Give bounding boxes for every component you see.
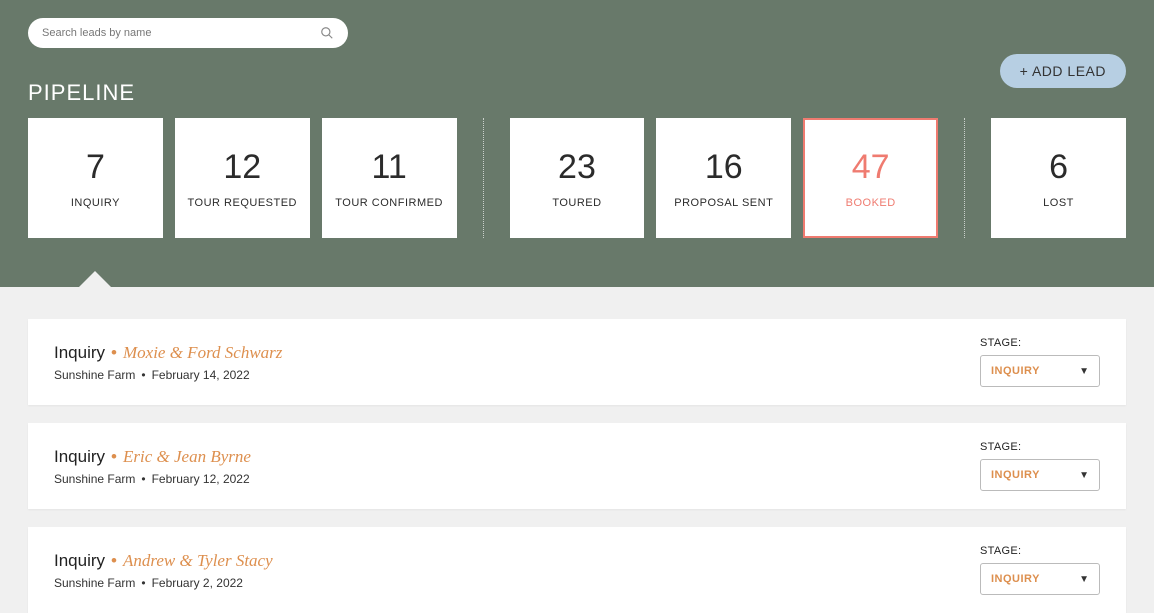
stage-count: 6	[1049, 148, 1068, 187]
separator-dot: •	[111, 447, 117, 466]
stage-select-label: STAGE:	[980, 441, 1100, 453]
lead-names: Moxie & Ford Schwarz	[123, 343, 282, 362]
lead-stage-control: STAGE: INQUIRY ▼	[980, 337, 1100, 387]
lead-stage-control: STAGE: INQUIRY ▼	[980, 545, 1100, 595]
stage-select-value: INQUIRY	[991, 469, 1040, 481]
chevron-down-icon: ▼	[1079, 366, 1089, 377]
stage-count: 11	[371, 148, 406, 187]
stage-card-toured[interactable]: 23 TOURED	[510, 118, 645, 238]
search-icon	[320, 26, 334, 40]
stage-label: INQUIRY	[71, 197, 120, 209]
stage-select-label: STAGE:	[980, 545, 1100, 557]
separator-dot: •	[111, 551, 117, 570]
stage-label: LOST	[1043, 197, 1074, 209]
stage-label: BOOKED	[846, 197, 896, 209]
stage-count: 23	[558, 148, 596, 187]
lead-date: February 12, 2022	[152, 472, 250, 486]
chevron-down-icon: ▼	[1079, 470, 1089, 481]
stage-card-inquiry[interactable]: 7 INQUIRY	[28, 118, 163, 238]
stage-count: 16	[705, 148, 743, 187]
lead-info: Inquiry • Moxie & Ford Schwarz Sunshine Far…	[54, 343, 282, 382]
lead-names: Andrew & Tyler Stacy	[123, 551, 273, 570]
leads-list: Inquiry • Moxie & Ford Schwarz Sunshine Far…	[0, 287, 1154, 613]
lead-info: Inquiry • Andrew & Tyler Stacy Sunshine Far…	[54, 551, 273, 590]
stage-select[interactable]: INQUIRY ▼	[980, 459, 1100, 491]
lead-venue: Sunshine Farm	[54, 368, 135, 382]
separator-dot: •	[141, 472, 145, 486]
stage-card-proposal-sent[interactable]: 16 PROPOSAL SENT	[656, 118, 791, 238]
lead-stage: Inquiry	[54, 447, 105, 466]
stage-divider	[964, 118, 965, 238]
lead-card[interactable]: Inquiry • Moxie & Ford Schwarz Sunshine Far…	[28, 319, 1126, 405]
page-title: PIPELINE	[28, 80, 1126, 106]
stage-label: PROPOSAL SENT	[674, 197, 773, 209]
stage-select-label: STAGE:	[980, 337, 1100, 349]
search-input[interactable]	[42, 27, 320, 39]
lead-venue: Sunshine Farm	[54, 472, 135, 486]
lead-names: Eric & Jean Byrne	[123, 447, 251, 466]
stage-label: TOUR CONFIRMED	[335, 197, 443, 209]
lead-card[interactable]: Inquiry • Eric & Jean Byrne Sunshine Farm • F…	[28, 423, 1126, 509]
separator-dot: •	[111, 343, 117, 362]
stage-count: 47	[852, 148, 890, 187]
stage-card-tour-confirmed[interactable]: 11 TOUR CONFIRMED	[322, 118, 457, 238]
stage-card-tour-requested[interactable]: 12 TOUR REQUESTED	[175, 118, 310, 238]
stage-count: 12	[223, 148, 261, 187]
pipeline-header: PIPELINE + ADD LEAD 7 INQUIRY 12 TOUR REQUE…	[0, 0, 1154, 287]
lead-info: Inquiry • Eric & Jean Byrne Sunshine Farm • F…	[54, 447, 251, 486]
stage-select-value: INQUIRY	[991, 365, 1040, 377]
stage-label: TOUR REQUESTED	[188, 197, 297, 209]
search-bar[interactable]	[28, 18, 348, 48]
lead-date: February 2, 2022	[152, 576, 243, 590]
stage-label: TOURED	[552, 197, 601, 209]
stage-count: 7	[86, 148, 105, 187]
lead-stage: Inquiry	[54, 551, 105, 570]
stage-select[interactable]: INQUIRY ▼	[980, 355, 1100, 387]
lead-stage-control: STAGE: INQUIRY ▼	[980, 441, 1100, 491]
lead-venue: Sunshine Farm	[54, 576, 135, 590]
separator-dot: •	[141, 576, 145, 590]
pipeline-stages: 7 INQUIRY 12 TOUR REQUESTED 11 TOUR CONFIRMED…	[28, 118, 1126, 238]
stage-divider	[483, 118, 484, 238]
lead-date: February 14, 2022	[152, 368, 250, 382]
stage-select[interactable]: INQUIRY ▼	[980, 563, 1100, 595]
stage-card-booked[interactable]: 47 BOOKED	[803, 118, 938, 238]
lead-card[interactable]: Inquiry • Andrew & Tyler Stacy Sunshine Far…	[28, 527, 1126, 613]
lead-stage: Inquiry	[54, 343, 105, 362]
add-lead-button[interactable]: + ADD LEAD	[1000, 54, 1126, 88]
separator-dot: •	[141, 368, 145, 382]
stage-select-value: INQUIRY	[991, 573, 1040, 585]
chevron-down-icon: ▼	[1079, 574, 1089, 585]
stage-card-lost[interactable]: 6 LOST	[991, 118, 1126, 238]
